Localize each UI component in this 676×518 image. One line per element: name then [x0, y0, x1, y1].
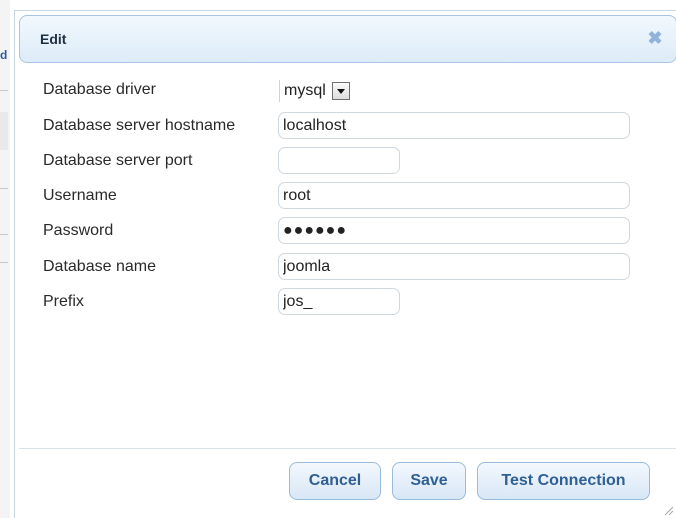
- port-label: Database server port: [43, 152, 193, 169]
- footer-divider: [19, 448, 676, 449]
- save-button[interactable]: Save: [392, 462, 466, 500]
- prefix-label: Prefix: [43, 293, 84, 310]
- dbname-label: Database name: [43, 258, 156, 275]
- background-divider: [0, 188, 8, 189]
- dialog-title: Edit: [40, 31, 67, 47]
- close-icon[interactable]: ✖: [646, 29, 664, 47]
- background-panel: [0, 112, 8, 150]
- dialog-titlebar[interactable]: Edit ✖: [19, 15, 676, 63]
- port-input[interactable]: [278, 147, 400, 174]
- edit-dialog: Edit ✖ Database driver mysql Database se…: [14, 10, 676, 518]
- test-connection-button[interactable]: Test Connection: [477, 462, 650, 500]
- prefix-input[interactable]: [278, 288, 400, 315]
- username-label: Username: [43, 187, 117, 204]
- resize-grip-icon[interactable]: [662, 504, 674, 516]
- password-label: Password: [43, 222, 114, 239]
- hostname-input[interactable]: [278, 112, 630, 139]
- background-page: [0, 0, 10, 518]
- chevron-down-icon[interactable]: [331, 82, 350, 100]
- hostname-label: Database server hostname: [43, 117, 236, 134]
- driver-select[interactable]: mysql: [279, 78, 350, 104]
- username-input[interactable]: [278, 182, 630, 209]
- password-input[interactable]: [278, 217, 630, 244]
- driver-label: Database driver: [43, 81, 156, 98]
- background-divider: [0, 262, 8, 263]
- cancel-button[interactable]: Cancel: [289, 462, 381, 500]
- background-text-fragment: d: [0, 48, 8, 62]
- background-divider: [0, 90, 8, 91]
- dbname-input[interactable]: [278, 253, 630, 280]
- background-divider: [0, 234, 8, 235]
- driver-selected-value: mysql: [279, 80, 332, 102]
